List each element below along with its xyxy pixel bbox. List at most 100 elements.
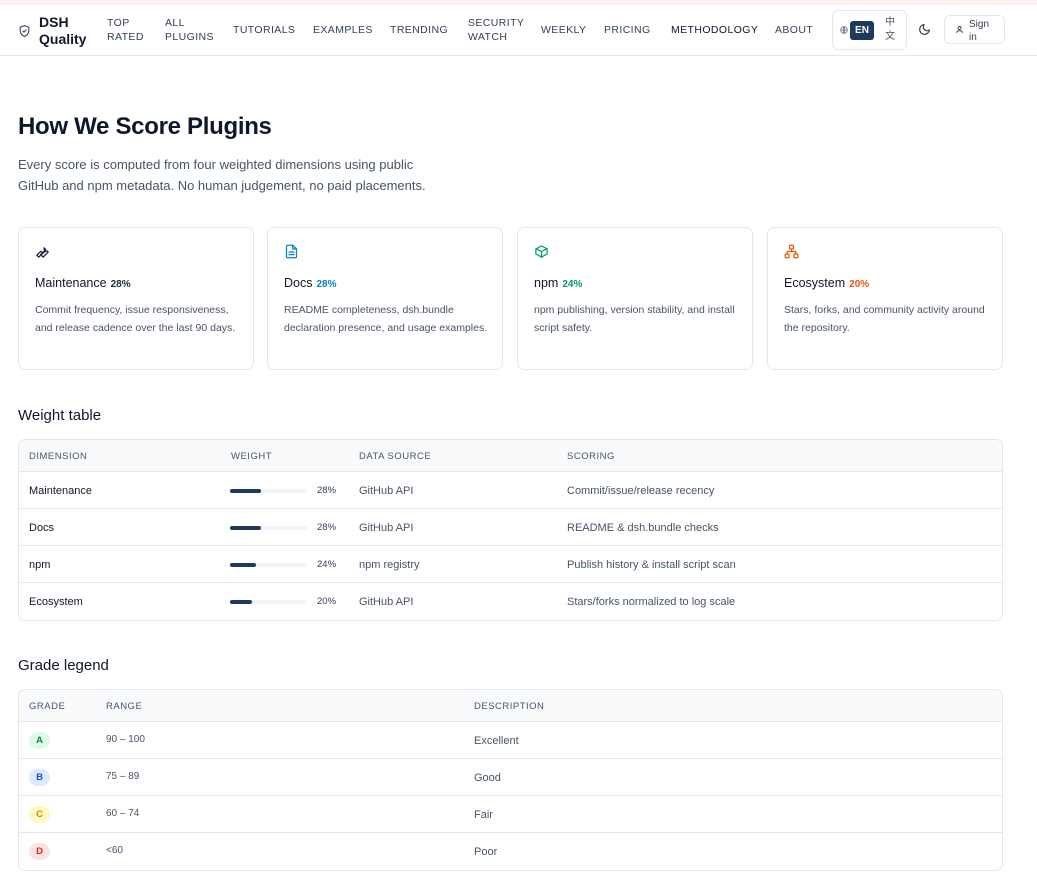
language-switcher: EN 中文: [832, 10, 907, 50]
card-pct: 28%: [110, 279, 131, 290]
card-description: npm publishing, version stability, and i…: [534, 304, 735, 334]
table-row: Docs 28% GitHub API README & dsh.bundle …: [19, 509, 1002, 546]
nav-examples[interactable]: Examples: [313, 23, 373, 37]
col-scoring: Scoring: [567, 451, 615, 462]
table-header: Dimension Weight Data source Scoring: [19, 440, 1002, 472]
weight-bar-fill: [230, 600, 252, 604]
cell-scoring: Stars/forks normalized to log scale: [567, 596, 736, 608]
col-range: Range: [106, 701, 143, 712]
grade-badge: D: [29, 843, 50, 860]
cell-weight: 28%: [317, 485, 337, 496]
document-icon: [285, 244, 298, 259]
nav-about[interactable]: About: [775, 23, 813, 37]
weight-table-title: Weight table: [18, 407, 102, 424]
weight-bar: [230, 563, 307, 567]
lang-en-button[interactable]: EN: [850, 21, 874, 40]
site-header: DSH Quality Top Rated All Plugins Tutori…: [0, 5, 1037, 56]
cell-dimension: npm: [29, 559, 51, 571]
page-subtitle: Every score is computed from four weight…: [18, 157, 426, 193]
card-pct: 24%: [562, 279, 583, 290]
cell-source: npm registry: [359, 559, 420, 571]
table-row: B 75 – 89 Good: [19, 759, 1002, 796]
cell-source: GitHub API: [359, 522, 414, 534]
grade-badge: C: [29, 806, 50, 823]
cell-weight: 28%: [317, 522, 337, 533]
user-icon: [956, 26, 963, 34]
cell-scoring: README & dsh.bundle checks: [567, 522, 719, 534]
table-row: npm 24% npm registry Publish history & i…: [19, 546, 1002, 583]
nav-security-watch[interactable]: Security Watch: [468, 16, 524, 44]
cell-range: 75 – 89: [106, 771, 140, 782]
nav-trending[interactable]: Trending: [390, 23, 448, 37]
card-docs: Docs 28% README completeness, dsh.bundle …: [267, 227, 503, 370]
wrench-icon: [36, 247, 49, 258]
nav-weekly[interactable]: Weekly: [541, 23, 586, 37]
cell-source: GitHub API: [359, 596, 414, 608]
sign-in-button[interactable]: Sign in: [944, 15, 1005, 44]
table-row: Maintenance 28% GitHub API Commit/issue/…: [19, 472, 1002, 509]
weight-bar-fill: [230, 563, 257, 567]
table-row: C 60 – 74 Fair: [19, 796, 1002, 833]
cell-description: Good: [474, 772, 501, 784]
cell-scoring: Publish history & install script scan: [567, 559, 736, 571]
card-pct: 28%: [316, 279, 337, 290]
weight-bar-fill: [230, 489, 261, 493]
shield-check-icon: [19, 25, 30, 37]
cell-range: <60: [106, 845, 123, 856]
nav-methodology[interactable]: Methodology: [671, 23, 758, 37]
cell-weight: 24%: [317, 559, 337, 570]
card-description: README completeness, dsh.bundle declarat…: [284, 304, 488, 334]
col-weight: Weight: [231, 451, 272, 462]
grade-badge: A: [29, 732, 50, 749]
cell-dimension: Docs: [29, 522, 55, 534]
cell-description: Excellent: [474, 735, 519, 747]
cell-description: Poor: [474, 846, 498, 858]
cell-weight: 20%: [317, 596, 337, 607]
card-title: Docs: [284, 276, 313, 290]
grade-legend-table: Grade Range Description A 90 – 100 Excel…: [18, 689, 1003, 871]
cell-range: 90 – 100: [106, 734, 145, 745]
weight-bar: [230, 600, 307, 604]
col-dimension: Dimension: [29, 451, 88, 462]
lang-zh-button[interactable]: 中文: [885, 16, 897, 44]
weight-bar: [230, 489, 307, 493]
weight-bar: [230, 526, 307, 530]
moon-icon[interactable]: [918, 23, 931, 36]
card-npm: npm 24% npm publishing, version stability…: [517, 227, 753, 370]
brand-link[interactable]: DSH Quality: [18, 14, 89, 48]
card-title: npm: [534, 276, 559, 290]
page-title: How We Score Plugins: [18, 113, 272, 140]
table-row: Ecosystem 20% GitHub API Stars/forks nor…: [19, 583, 1002, 620]
card-pct: 20%: [849, 279, 870, 290]
network-icon: [784, 244, 799, 259]
weight-bar-fill: [230, 526, 261, 530]
col-grade: Grade: [29, 701, 66, 712]
grade-legend-title: Grade legend: [18, 657, 109, 674]
sign-in-label: Sign in: [969, 19, 990, 43]
col-data-source: Data source: [359, 451, 432, 462]
table-row: D <60 Poor: [19, 833, 1002, 870]
card-ecosystem: Ecosystem 20% Stars, forks, and community…: [767, 227, 1003, 370]
cell-dimension: Maintenance: [29, 485, 92, 497]
globe-icon: [840, 26, 848, 34]
cell-source: GitHub API: [359, 485, 414, 497]
package-icon: [535, 245, 548, 259]
col-description: Description: [474, 701, 545, 712]
nav-tutorials[interactable]: Tutorials: [233, 23, 295, 37]
card-title: Ecosystem: [784, 276, 846, 290]
nav-top-rated[interactable]: Top Rated: [107, 16, 144, 44]
table-header: Grade Range Description: [19, 690, 1002, 722]
nav-all-plugins[interactable]: All Plugins: [165, 16, 214, 44]
card-title: Maintenance: [35, 276, 107, 290]
grade-badge: B: [29, 769, 50, 786]
card-description: Stars, forks, and community activity aro…: [784, 304, 985, 334]
nav-pricing[interactable]: Pricing: [604, 23, 651, 37]
cell-dimension: Ecosystem: [29, 596, 83, 608]
cell-range: 60 – 74: [106, 808, 140, 819]
card-description: Commit frequency, issue responsiveness, …: [35, 304, 236, 334]
cell-scoring: Commit/issue/release recency: [567, 485, 715, 497]
brand-name: DSH Quality: [39, 14, 87, 47]
table-row: A 90 – 100 Excellent: [19, 722, 1002, 759]
card-maintenance: Maintenance 28% Commit frequency, issue r…: [18, 227, 254, 370]
cell-description: Fair: [474, 809, 493, 821]
